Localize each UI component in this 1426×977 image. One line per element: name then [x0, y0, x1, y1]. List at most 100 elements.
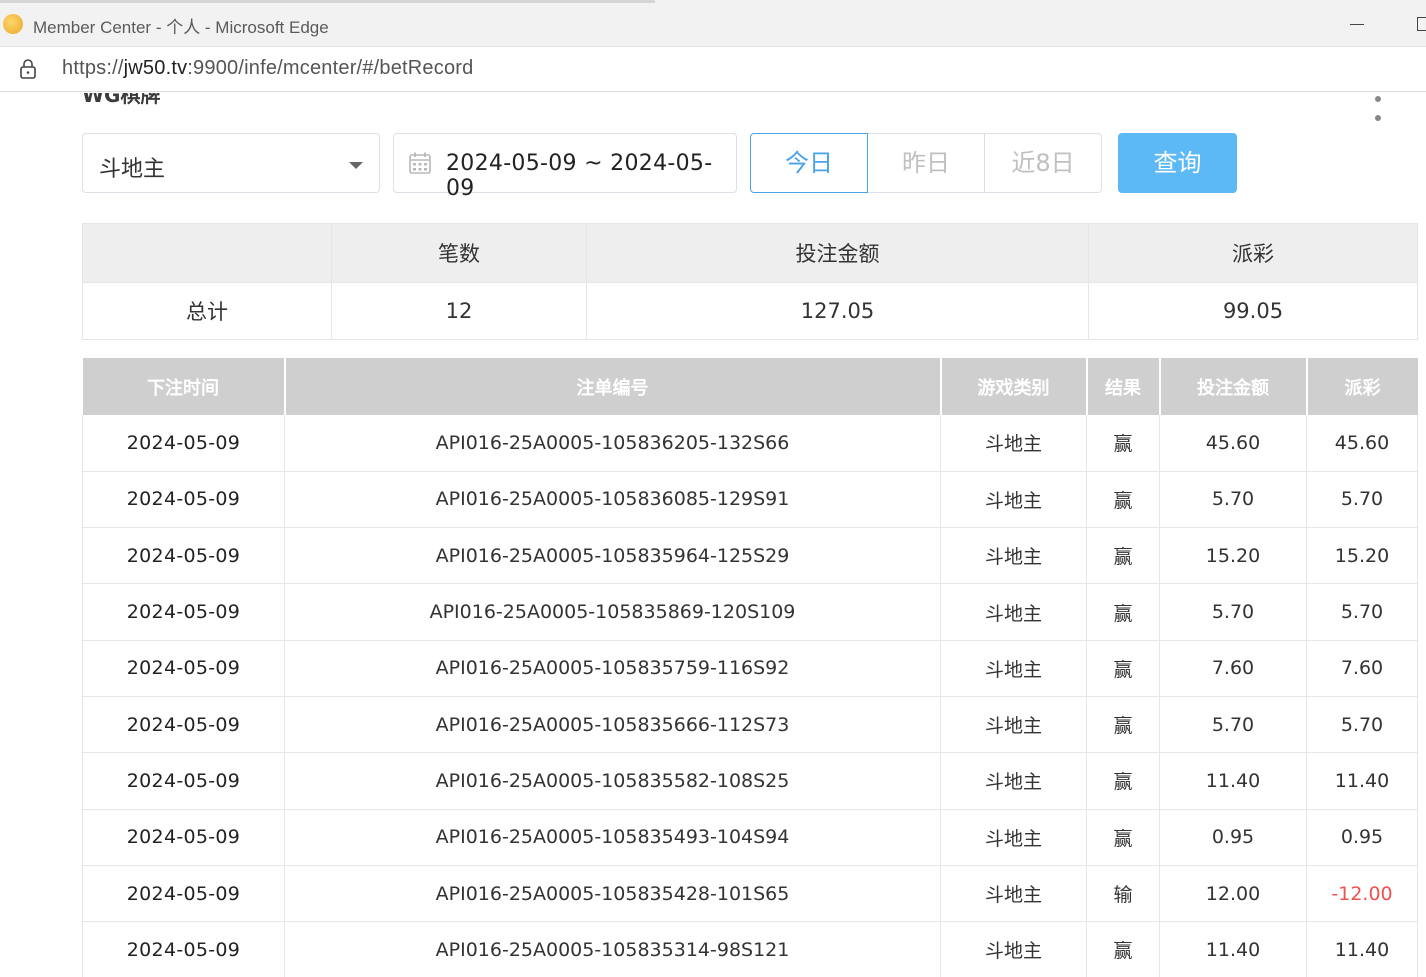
header-bet-time[interactable]: 下注时间 — [82, 358, 286, 415]
summary-header-bet: 投注金额 — [586, 223, 1089, 283]
cell-payout: 5.70 — [1306, 696, 1418, 754]
summary-header-blank — [82, 223, 332, 283]
url-host: jw50.tv — [123, 57, 188, 79]
url-prefix: https:// — [62, 57, 124, 79]
cell-result: 赢 — [1086, 809, 1160, 866]
table-row[interactable]: 2024-05-09 API016-25A0005-105835428-101S… — [82, 865, 1418, 923]
cell-bet-id: API016-25A0005-105835759-116S92 — [284, 640, 941, 697]
cell-bet: 11.40 — [1159, 921, 1307, 977]
cell-bet-id: API016-25A0005-105835869-120S109 — [284, 583, 941, 641]
records-header-row: 下注时间 注单编号 游戏类别 结果 投注金额 派彩 — [82, 358, 1418, 415]
cell-time: 2024-05-09 — [82, 583, 285, 641]
summary-payout: 99.05 — [1088, 282, 1418, 340]
cell-game: 斗地主 — [940, 640, 1087, 697]
cell-bet: 5.70 — [1159, 471, 1307, 529]
table-row[interactable]: 2024-05-09 API016-25A0005-105836205-132S… — [82, 415, 1418, 472]
header-payout[interactable]: 派彩 — [1306, 358, 1418, 415]
cell-game: 斗地主 — [940, 696, 1087, 754]
cell-bet: 11.40 — [1159, 752, 1307, 810]
cell-payout: 11.40 — [1306, 921, 1418, 977]
cell-result: 赢 — [1086, 752, 1160, 810]
cell-time: 2024-05-09 — [82, 921, 285, 977]
summary-count: 12 — [331, 282, 587, 340]
cell-time: 2024-05-09 — [82, 471, 285, 529]
cell-game: 斗地主 — [940, 471, 1087, 529]
cell-bet: 15.20 — [1159, 527, 1307, 585]
range-last8days-button[interactable]: 近8日 — [984, 133, 1102, 193]
cell-bet: 5.70 — [1159, 583, 1307, 641]
page-content: WG棋牌 斗地主 2024-05-09 ~ 2024-05-09 今日 昨日 近… — [0, 93, 1426, 977]
cell-bet: 12.00 — [1159, 865, 1307, 923]
cell-payout: 45.60 — [1306, 415, 1418, 472]
titlebar-accent — [0, 0, 655, 3]
cell-time: 2024-05-09 — [82, 865, 285, 923]
cell-payout: 15.20 — [1306, 527, 1418, 585]
cell-bet-id: API016-25A0005-105836205-132S66 — [284, 415, 941, 472]
cell-bet: 7.60 — [1159, 640, 1307, 697]
cell-bet: 0.95 — [1159, 809, 1307, 866]
maximize-icon[interactable] — [1417, 17, 1426, 31]
date-range-picker[interactable]: 2024-05-09 ~ 2024-05-09 — [393, 133, 737, 201]
cell-time: 2024-05-09 — [82, 809, 285, 866]
table-row[interactable]: 2024-05-09 API016-25A0005-105835759-116S… — [82, 640, 1418, 697]
cell-game: 斗地主 — [940, 809, 1087, 866]
cell-time: 2024-05-09 — [82, 696, 285, 754]
date-range-text: 2024-05-09 ~ 2024-05-09 — [446, 151, 713, 201]
bet-records-table: 下注时间 注单编号 游戏类别 结果 投注金额 派彩 2024-05-09 API… — [82, 358, 1418, 977]
range-today-button[interactable]: 今日 — [750, 133, 868, 193]
game-select[interactable]: 斗地主 — [82, 133, 380, 193]
header-game-type[interactable]: 游戏类别 — [940, 358, 1088, 415]
cell-result: 赢 — [1086, 640, 1160, 697]
cell-bet-id: API016-25A0005-105835428-101S65 — [284, 865, 941, 923]
header-bet-id[interactable]: 注单编号 — [284, 358, 942, 415]
section-title: WG棋牌 — [82, 93, 161, 107]
url-text[interactable]: https://jw50.tv:9900/infe/mcenter/#/betR… — [62, 57, 473, 80]
cell-result: 赢 — [1086, 415, 1160, 472]
cell-game: 斗地主 — [940, 415, 1087, 472]
cell-bet-id: API016-25A0005-105835666-112S73 — [284, 696, 941, 754]
table-row[interactable]: 2024-05-09 API016-25A0005-105836085-129S… — [82, 471, 1418, 529]
cell-result: 输 — [1086, 865, 1160, 923]
table-row[interactable]: 2024-05-09 API016-25A0005-105835314-98S1… — [82, 921, 1418, 977]
cell-result: 赢 — [1086, 527, 1160, 585]
header-result[interactable]: 结果 — [1086, 358, 1161, 415]
table-row[interactable]: 2024-05-09 API016-25A0005-105835666-112S… — [82, 696, 1418, 754]
url-path: :9900/infe/mcenter/#/betRecord — [187, 57, 474, 79]
cell-time: 2024-05-09 — [82, 752, 285, 810]
cell-game: 斗地主 — [940, 752, 1087, 810]
records-body: 2024-05-09 API016-25A0005-105836205-132S… — [82, 415, 1418, 977]
cell-payout: 5.70 — [1306, 471, 1418, 529]
table-row[interactable]: 2024-05-09 API016-25A0005-105835582-108S… — [82, 752, 1418, 810]
cell-bet-id: API016-25A0005-105835493-104S94 — [284, 809, 941, 866]
quick-range-group: 今日 昨日 近8日 — [750, 133, 1102, 193]
cell-payout: 0.95 — [1306, 809, 1418, 866]
table-row[interactable]: 2024-05-09 API016-25A0005-105835493-104S… — [82, 809, 1418, 866]
cell-payout: 5.70 — [1306, 583, 1418, 641]
table-row[interactable]: 2024-05-09 API016-25A0005-105835869-120S… — [82, 583, 1418, 641]
table-row[interactable]: 2024-05-09 API016-25A0005-105835964-125S… — [82, 527, 1418, 585]
query-button[interactable]: 查询 — [1118, 133, 1237, 193]
range-yesterday-button[interactable]: 昨日 — [867, 133, 985, 193]
lock-icon[interactable] — [19, 58, 37, 80]
cell-result: 赢 — [1086, 471, 1160, 529]
cell-payout: -12.00 — [1306, 865, 1418, 923]
cell-bet-id: API016-25A0005-105835582-108S25 — [284, 752, 941, 810]
chevron-down-icon — [349, 162, 363, 169]
cell-time: 2024-05-09 — [82, 527, 285, 585]
cell-time: 2024-05-09 — [82, 640, 285, 697]
cell-bet-id: API016-25A0005-105836085-129S91 — [284, 471, 941, 529]
cell-result: 赢 — [1086, 583, 1160, 641]
cell-result: 赢 — [1086, 921, 1160, 977]
summary-row: 总计 12 127.05 99.05 — [82, 282, 1418, 340]
cell-game: 斗地主 — [940, 865, 1087, 923]
cell-bet-id: API016-25A0005-105835964-125S29 — [284, 527, 941, 585]
cell-game: 斗地主 — [940, 527, 1087, 585]
cell-game: 斗地主 — [940, 921, 1087, 977]
summary-header-count: 笔数 — [331, 223, 587, 283]
header-bet-amount[interactable]: 投注金额 — [1159, 358, 1308, 415]
cell-payout: 7.60 — [1306, 640, 1418, 697]
minimize-icon[interactable] — [1350, 24, 1364, 25]
summary-bet-amount: 127.05 — [586, 282, 1089, 340]
cell-bet: 45.60 — [1159, 415, 1307, 472]
cell-time: 2024-05-09 — [82, 415, 285, 472]
